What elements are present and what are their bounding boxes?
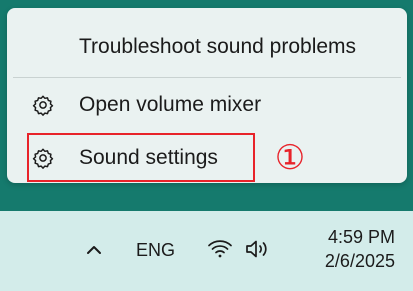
clock-time: 4:59 PM	[327, 227, 395, 247]
volume-icon[interactable]	[244, 238, 272, 260]
taskbar-clock[interactable]: 4:59 PM 2/6/2025	[300, 225, 395, 273]
menu-divider	[13, 77, 401, 78]
clock-date: 2/6/2025	[324, 251, 395, 271]
step-callout-number: ①	[274, 138, 306, 178]
taskbar: ENG 4:59 PM 2/6/2025	[0, 211, 413, 291]
highlight-box-sound-settings	[27, 133, 255, 182]
menu-item-label: Open volume mixer	[79, 93, 262, 116]
menu-item-troubleshoot-sound[interactable]: Troubleshoot sound problems	[7, 22, 407, 72]
menu-item-open-volume-mixer[interactable]: Open volume mixer	[7, 80, 407, 130]
chevron-up-icon[interactable]	[84, 242, 104, 258]
wifi-icon[interactable]	[207, 237, 233, 259]
menu-item-label: Troubleshoot sound problems	[79, 35, 357, 58]
language-indicator[interactable]: ENG	[136, 240, 175, 261]
gear-icon	[32, 95, 54, 116]
